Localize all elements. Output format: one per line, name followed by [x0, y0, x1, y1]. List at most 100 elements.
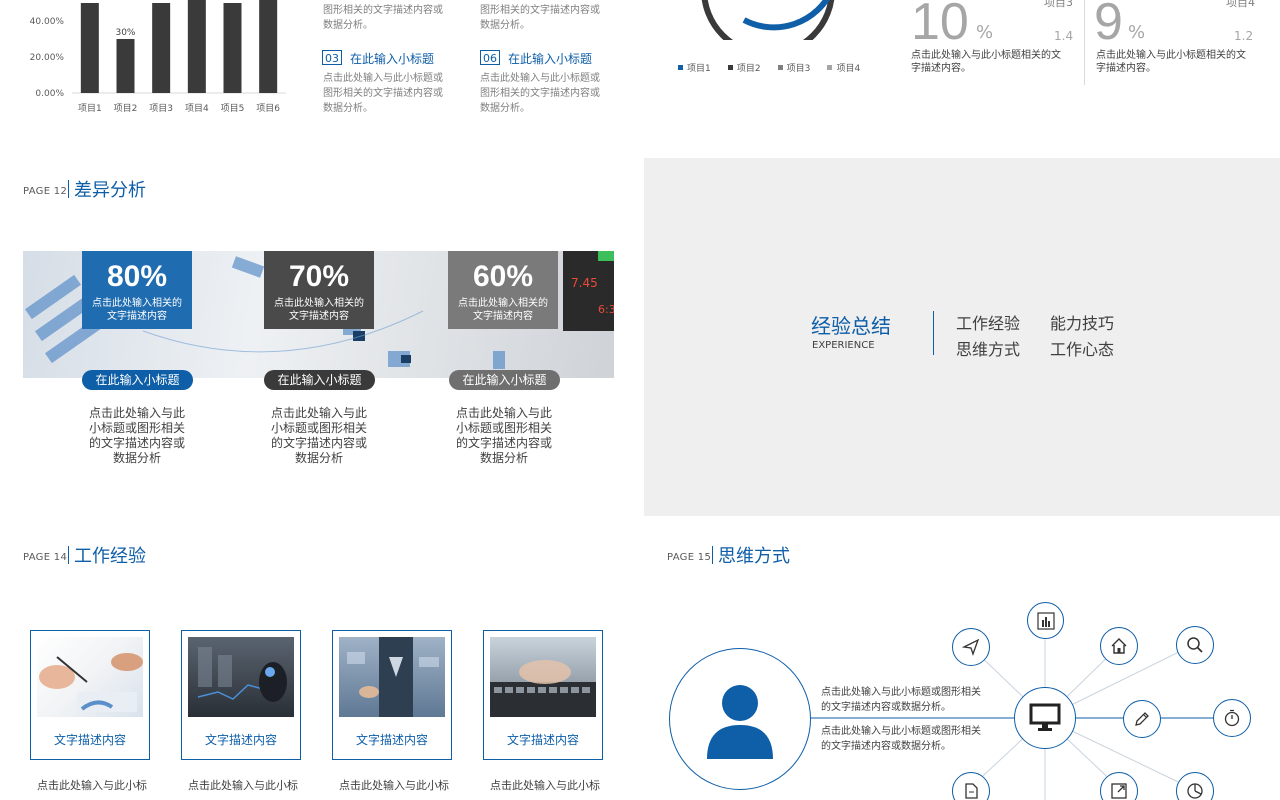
item-number: 03: [322, 50, 342, 65]
document-icon: [965, 783, 978, 799]
user-icon: [707, 685, 773, 759]
home-icon: [1111, 638, 1127, 654]
y-tick-label: 40.00%: [30, 17, 65, 27]
chart-node[interactable]: [1027, 602, 1064, 639]
divider: [933, 311, 934, 355]
y-tick-label: 20.00%: [30, 53, 65, 63]
page-title: 工作经验: [74, 546, 146, 567]
x-tick-label: 项目1: [78, 103, 102, 114]
stat-description: 点击此处输入与此小标题相关的文 字描述内容。: [1096, 50, 1246, 74]
menu-item-thinking[interactable]: 思维方式: [956, 336, 1020, 360]
item-title: 在此输入小标题: [508, 52, 593, 66]
item-number: 06: [480, 50, 500, 65]
legend-item: 项目3: [777, 61, 810, 74]
card-label: 文字描述内容: [204, 733, 277, 747]
subtitle-pill: 在此输入小标题: [449, 370, 560, 390]
card-description: 点击此处输入与此小标: [490, 779, 600, 792]
stat-small-value: 1.2: [1234, 29, 1254, 43]
menu-item-attitude[interactable]: 工作心态: [1050, 336, 1114, 360]
experience-card: 文字描述内容: [483, 630, 603, 760]
bar: [223, 3, 242, 93]
legend-item: 项目4: [827, 61, 860, 74]
pencil-node[interactable]: [1123, 700, 1161, 738]
description-text: 点击此处输入与此小标题或图形相关 的文字描述内容或数据分析。: [821, 687, 981, 713]
card-description: 点击此处输入与此小标: [37, 779, 147, 792]
slide-15: PAGE 15 思维方式 点击此处输入与此小标题或图形相关 的文字描述内容或数据分…: [644, 524, 1280, 800]
percent-box: 70% 点击此处输入相关的 文字描述内容: [264, 251, 374, 329]
bar: [152, 3, 171, 93]
x-tick-label: 项目4: [185, 103, 209, 114]
user-avatar-circle: [669, 648, 811, 790]
menu-item-skills[interactable]: 能力技巧: [1050, 310, 1114, 334]
svg-text:7.45: 7.45: [571, 276, 598, 290]
page-title: 差异分析: [74, 180, 146, 201]
card-label: 文字描述内容: [506, 733, 579, 747]
stat-value: 9: [1094, 0, 1123, 51]
title-separator: [68, 180, 69, 198]
monitor-icon: [1029, 703, 1061, 731]
bar: [187, 0, 206, 94]
monitor-node[interactable]: [1014, 687, 1076, 749]
stat-description: 点击此处输入与此小标题相关的文 字描述内容。: [911, 50, 1061, 74]
box-description: 点击此处输入与此 小标题或图形相关 的文字描述内容或 数据分析: [88, 406, 185, 465]
percent-box: 60% 点击此处输入相关的 文字描述内容: [448, 251, 558, 329]
stat-name: 项目3: [1044, 0, 1073, 9]
pie-icon: [1187, 783, 1203, 799]
legend-item: 项目2: [727, 61, 761, 74]
x-tick-label: 项目3: [149, 103, 173, 114]
slide10-top-text-2: 图形相关的文字描述内容或 数据分析。: [480, 5, 600, 31]
donut-chart-arc: [701, 0, 835, 40]
y-tick-label: 0.00%: [35, 89, 64, 99]
stat-small-value: 1.4: [1054, 29, 1074, 43]
menu-item-work-experience[interactable]: 工作经验: [956, 310, 1020, 334]
bar: [80, 3, 99, 93]
chart-icon: [1036, 611, 1055, 630]
description-text: 点击此处输入与此小标题或图形相关 的文字描述内容或数据分析。: [821, 726, 981, 752]
title-separator: [68, 546, 69, 564]
slide10-top-text-1: 图形相关的文字描述内容或 数据分析。: [323, 5, 443, 31]
page-number: PAGE 12: [23, 186, 68, 197]
photo-business-chart: [188, 637, 294, 717]
slide-12: PAGE 12 差异分析 7.45 6:3 80% 点击此处输入相关的 文字描述…: [0, 158, 636, 516]
bar: [116, 39, 135, 93]
bar-chart: 0.00% 20.00% 40.00% 项目1 项目2 项目3 项目4 项目5 项目6 30%: [30, 0, 286, 114]
section-title: 经验总结: [811, 314, 891, 338]
pencil-icon: [1135, 712, 1149, 726]
timer-icon: [1224, 709, 1240, 727]
item-description: 点击此处输入与此小标题或 图形相关的文字描述内容或 数据分析。: [480, 73, 600, 114]
divider: [1084, 0, 1085, 85]
x-tick-label: 项目6: [256, 103, 280, 114]
stat-percent: %: [976, 22, 994, 43]
x-tick-label: 项目5: [221, 103, 245, 114]
x-tick-label: 项目2: [114, 103, 138, 114]
card-label: 文字描述内容: [53, 733, 126, 747]
subtitle-pill: 在此输入小标题: [82, 370, 193, 390]
slide-14: PAGE 14 工作经验 文字描述内容 文字描述内容 文字描述内容 文字描述内容…: [0, 524, 636, 800]
bar: [259, 0, 278, 94]
send-node[interactable]: [952, 628, 990, 666]
section-subtitle: EXPERIENCE: [812, 340, 875, 351]
photo-keyboard: [490, 637, 596, 717]
slide-10: 0.00% 20.00% 40.00% 项目1 项目2 项目3 项目4 项目5 项目6 30% 图…: [0, 0, 620, 140]
photo-hands-writing: [37, 637, 143, 717]
slide-13: 经验总结 EXPERIENCE 工作经验 能力技巧 思维方式 工作心态: [644, 158, 1280, 516]
data-label: 30%: [115, 28, 135, 38]
search-node[interactable]: [1176, 626, 1214, 664]
page-number: PAGE 14: [23, 552, 68, 563]
percent-box: 80% 点击此处输入相关的 文字描述内容: [82, 251, 192, 329]
experience-card: 文字描述内容: [181, 630, 301, 760]
stat-name: 项目4: [1226, 0, 1255, 9]
item-description: 点击此处输入与此小标题或 图形相关的文字描述内容或 数据分析。: [323, 73, 443, 114]
svg-text:6:3: 6:3: [598, 303, 614, 316]
stat-value: 10: [911, 0, 969, 51]
timer-node[interactable]: [1213, 699, 1251, 737]
home-node[interactable]: [1100, 627, 1138, 665]
box-description: 点击此处输入与此 小标题或图形相关 的文字描述内容或 数据分析: [270, 406, 367, 465]
card-label: 文字描述内容: [355, 733, 428, 747]
experience-card: 文字描述内容: [30, 630, 150, 760]
expand-icon: [1111, 783, 1127, 799]
chart-legend: 项目1 项目2 项目3 项目4: [678, 55, 872, 74]
card-description: 点击此处输入与此小标: [188, 779, 298, 792]
send-icon: [962, 638, 980, 656]
search-icon: [1187, 637, 1203, 653]
